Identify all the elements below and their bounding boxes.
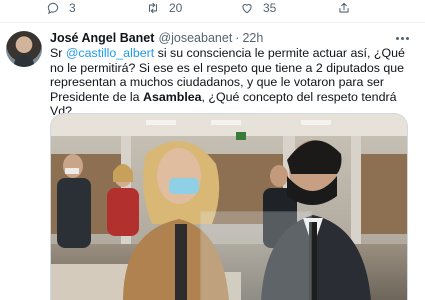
author-name[interactable]: José Angel Banet — [50, 31, 154, 45]
mention-link[interactable]: @castillo_albert — [66, 46, 154, 60]
author-avatar[interactable] — [6, 31, 42, 67]
share-icon — [339, 2, 349, 13]
retweet-icon — [148, 2, 158, 14]
photo-illustration — [51, 114, 407, 300]
tweet-media-photo[interactable] — [50, 113, 408, 300]
reply-icon — [47, 2, 59, 15]
more-options-button[interactable] — [394, 31, 410, 45]
retweet-count: 20 — [169, 1, 183, 15]
tweet-divider — [0, 22, 425, 23]
reply-button[interactable]: 3 — [46, 0, 76, 16]
tweet-text: Sr @castillo_albert si su consciencia le… — [50, 46, 412, 119]
retweet-button[interactable]: 20 — [146, 0, 182, 16]
like-count: 35 — [263, 1, 277, 15]
like-button[interactable]: 35 — [240, 0, 276, 16]
header-separator: · — [235, 31, 240, 45]
like-icon — [242, 4, 252, 14]
author-handle[interactable]: @joseabanet — [158, 31, 232, 45]
share-button[interactable] — [337, 0, 351, 16]
tweet-timestamp[interactable]: 22h — [242, 31, 263, 45]
tweet-text-bold: Asamblea — [143, 89, 202, 104]
reply-count: 3 — [69, 1, 76, 15]
tweet-text-part-1: Sr — [50, 46, 66, 60]
more-icon — [395, 36, 409, 40]
previous-tweet-actions: 3 20 35 — [0, 0, 425, 18]
tweet-header: José Angel Banet @joseabanet · 22h — [50, 31, 263, 46]
